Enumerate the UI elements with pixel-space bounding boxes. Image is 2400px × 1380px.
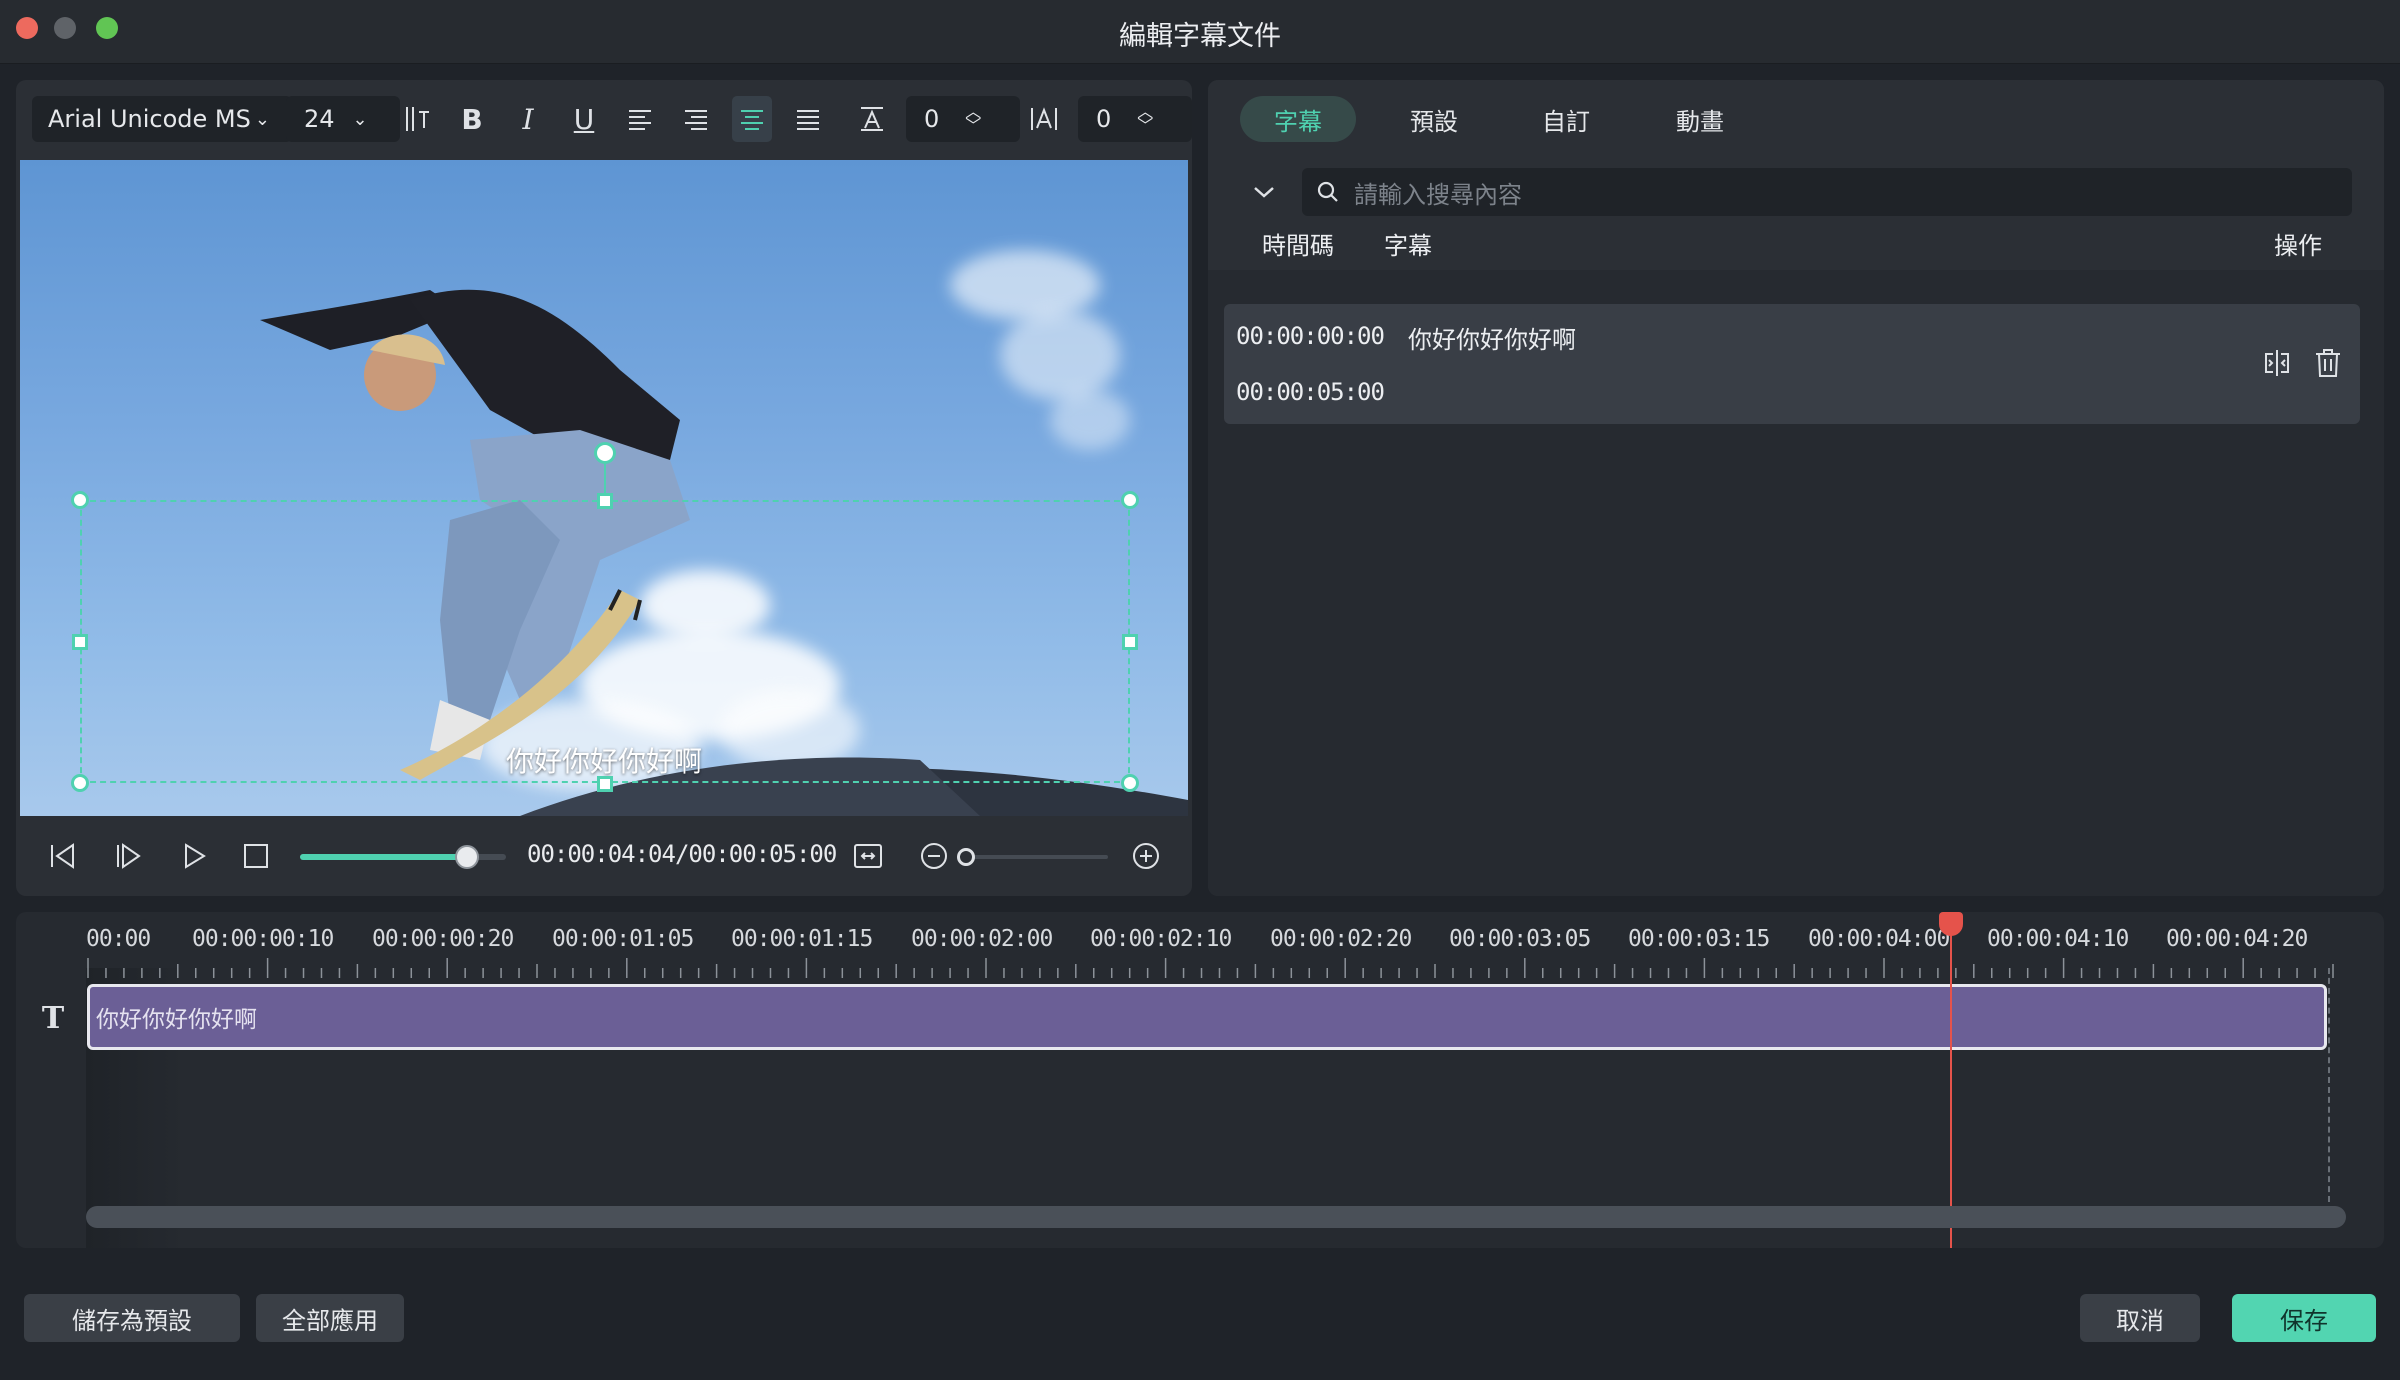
fit-screen-icon[interactable] [848, 836, 888, 876]
line-spacing-stepper[interactable]: 0 ︿ ﹀ [906, 96, 1020, 142]
title-bar: 編輯字幕文件 [0, 0, 2400, 64]
ruler-tick-label: 00:00:02:10 [1090, 926, 1232, 952]
font-family-value: Arial Unicode MS [48, 105, 251, 133]
resize-handle-right[interactable] [1122, 634, 1138, 650]
subtitle-bounding-box[interactable] [80, 500, 1130, 783]
tab-presets[interactable]: 預設 [1376, 96, 1492, 142]
ruler-tick-label: 00:00:03:05 [1449, 926, 1591, 952]
window-title: 編輯字幕文件 [1119, 21, 1281, 52]
ruler-tick-label: 00:00:01:05 [552, 926, 694, 952]
playback-progress-knob[interactable] [454, 845, 479, 869]
playback-timecode: 00:00:04:04/00:00:05:00 [527, 840, 837, 868]
resize-handle-bottom[interactable] [597, 776, 613, 792]
align-left-icon[interactable] [620, 96, 660, 142]
column-header-actions: 操作 [2274, 232, 2322, 260]
underline-button[interactable]: U [564, 96, 604, 142]
subtitle-end-time[interactable]: 00:00:05:00 [1236, 378, 1385, 406]
resize-handle-top[interactable] [597, 493, 613, 509]
subtitle-clip-label: 你好你好你好啊 [96, 1007, 257, 1033]
ruler-tick-label: 00:00:02:00 [911, 926, 1053, 952]
line-spacing-value: 0 [924, 105, 940, 133]
video-preview[interactable]: 你好你好你好啊 [20, 160, 1188, 816]
ruler-tick-label: 00:00:00:20 [372, 926, 514, 952]
column-header-subtitle: 字幕 [1384, 232, 1432, 260]
subtitle-clip[interactable]: 你好你好你好啊 [87, 984, 2327, 1050]
save-button[interactable]: 保存 [2232, 1294, 2376, 1342]
char-spacing-stepper[interactable]: 0 ︿ ﹀ [1078, 96, 1192, 142]
ruler-tick-label: 00:00:04:00 [1808, 926, 1950, 952]
save-as-preset-button[interactable]: 儲存為預設 [24, 1294, 240, 1342]
delete-icon[interactable] [2314, 348, 2342, 382]
timeline-scrollbar[interactable] [86, 1206, 2346, 1228]
char-spacing-icon[interactable] [1024, 96, 1064, 142]
stepper-arrows-icon[interactable]: ︿ ﹀ [965, 104, 981, 134]
resize-handle-bottom-left[interactable] [71, 774, 89, 792]
playhead-handle[interactable] [1939, 912, 1963, 936]
playhead-line [1950, 914, 1952, 1248]
line-spacing-icon[interactable] [852, 96, 892, 142]
font-size-select[interactable]: 24 ⌄ [286, 96, 400, 142]
font-family-select[interactable]: Arial Unicode MS ⌄ [32, 96, 292, 142]
zoom-slider[interactable] [957, 848, 1108, 866]
split-icon[interactable] [2260, 348, 2294, 382]
tab-subtitles[interactable]: 字幕 [1240, 96, 1356, 142]
resize-handle-top-right[interactable] [1121, 491, 1139, 509]
search-icon [1317, 181, 1338, 202]
tab-animation[interactable]: 動畫 [1642, 96, 1758, 142]
rotate-handle[interactable] [594, 442, 616, 464]
ruler-tick-label: 00:00:04:20 [2166, 926, 2308, 952]
ruler-tick-label: 00:00:02:20 [1270, 926, 1412, 952]
timeline-ruler[interactable] [0, 950, 2400, 980]
resize-handle-left[interactable] [72, 634, 88, 650]
text-direction-icon[interactable] [398, 96, 438, 142]
bold-button[interactable]: B [452, 96, 492, 142]
subtitle-row[interactable]: 00:00:00:00 00:00:05:00 你好你好你好啊 [1224, 304, 2360, 424]
ruler-tick-label: 00:00:00:10 [192, 926, 334, 952]
subtitle-text[interactable]: 你好你好你好啊 [1408, 320, 1576, 355]
stepper-arrows-icon[interactable]: ︿ ﹀ [1137, 104, 1153, 134]
align-justify-icon[interactable] [788, 96, 828, 142]
zoom-out-icon[interactable] [914, 836, 954, 876]
collapse-chevron-icon[interactable] [1248, 172, 1280, 212]
resize-handle-top-left[interactable] [71, 491, 89, 509]
text-track-icon: T [41, 1000, 65, 1036]
zoom-slider-knob[interactable] [957, 848, 975, 866]
zoom-in-icon[interactable] [1126, 836, 1166, 876]
align-right-icon[interactable] [676, 96, 716, 142]
resize-handle-bottom-right[interactable] [1121, 774, 1139, 792]
italic-button[interactable]: I [508, 96, 548, 142]
chevron-down-icon: ⌄ [352, 108, 368, 130]
search-placeholder: 請輸入搜尋內容 [1354, 180, 1522, 209]
column-header-timecode: 時間碼 [1262, 232, 1334, 260]
prev-frame-icon[interactable] [42, 836, 82, 876]
align-center-icon[interactable] [732, 96, 772, 142]
playback-progress-fill [300, 854, 467, 860]
apply-all-button[interactable]: 全部應用 [256, 1294, 404, 1342]
chevron-down-icon: ⌄ [254, 108, 270, 130]
ruler-tick-label: 00:00:04:10 [1987, 926, 2129, 952]
search-input[interactable]: 請輸入搜尋內容 [1302, 168, 2352, 216]
next-frame-icon[interactable] [108, 836, 148, 876]
ruler-tick-label: 00:00:01:15 [731, 926, 873, 952]
cancel-button[interactable]: 取消 [2080, 1294, 2200, 1342]
timeline-end-marker [2328, 968, 2330, 1202]
ruler-tick-label: 00:00:03:15 [1628, 926, 1770, 952]
playback-progress-bar[interactable] [300, 845, 506, 869]
subtitle-start-time[interactable]: 00:00:00:00 [1236, 322, 1385, 350]
stop-icon[interactable] [236, 836, 276, 876]
char-spacing-value: 0 [1096, 105, 1112, 133]
tab-custom[interactable]: 自訂 [1508, 96, 1624, 142]
ruler-tick-label: 00:00 [86, 926, 151, 952]
play-icon[interactable] [174, 836, 214, 876]
font-size-value: 24 [304, 105, 335, 133]
